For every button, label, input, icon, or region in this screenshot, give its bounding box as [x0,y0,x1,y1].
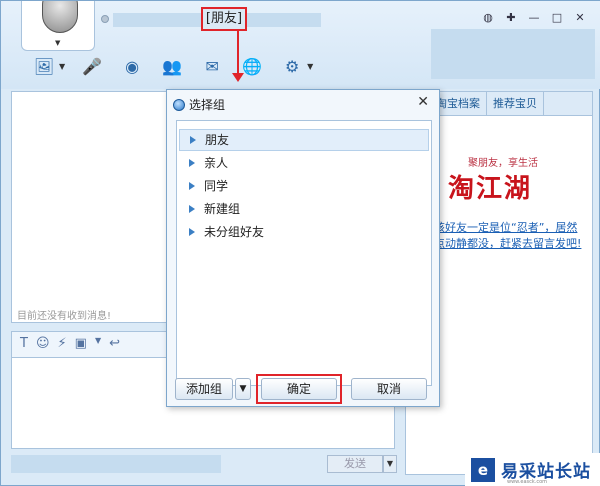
chevron-down-icon[interactable]: ▼ [59,62,65,71]
dialog-title-text: 选择组 [189,98,226,112]
cancel-button[interactable]: 取消 [351,378,427,400]
group-list: 朋友 亲人 同学 新建组 未分组好友 [176,120,432,386]
pin-icon[interactable]: ✚ [504,11,518,24]
chat-toolbar: 🖼 ▼ 🎤 ◉ 👥 ✉ 🌐 ⚙ ▼ [31,55,313,77]
select-group-dialog: 选择组 ✕ 朋友 亲人 同学 新建组 未分组好友 添加组 ▼ 确定 取消 [166,89,440,407]
list-item[interactable]: 新建组 [179,198,429,220]
taojianghu-logo: 淘江湖 [448,174,533,204]
avatar-image [42,1,78,33]
chevron-down-icon[interactable]: ▼ [55,39,60,47]
group-label: 未分组好友 [204,225,265,239]
avatar[interactable]: ▼ [21,1,95,51]
group-label: 朋友 [205,133,230,147]
ad-banner [431,29,595,79]
qq-icon [173,98,185,111]
chevron-down-icon[interactable]: ▼ [95,336,101,353]
close-icon[interactable]: ✕ [573,11,587,24]
chevron-down-icon[interactable]: ▼ [307,62,313,71]
expand-arrow-icon [189,182,195,190]
screenshot-icon[interactable]: ▣ [75,336,87,353]
chat-status-text: 目前还没有收到消息! [17,311,112,322]
list-item[interactable]: 同学 [179,175,429,197]
send-file-icon[interactable]: 🖼 [31,55,57,77]
browser-icon[interactable]: 🌐 [239,55,265,77]
mail-icon[interactable]: ✉ [199,55,225,77]
status-icon[interactable] [101,15,109,23]
title-bar: ▼ [朋友] ◍ ✚ — □ ✕ 🖼 ▼ 🎤 ◉ 👥 ✉ 🌐 ⚙ ▼ [1,1,600,89]
list-item[interactable]: 朋友 [179,129,429,151]
add-group-dropdown[interactable]: ▼ [235,378,251,400]
contact-name[interactable]: [朋友] [201,7,247,31]
minimize-icon[interactable]: — [527,11,541,24]
group-label: 同学 [204,179,229,193]
emoji-icon[interactable]: ☺ [36,336,50,353]
watermark-url: www.easck.com [507,479,548,485]
group-icon[interactable]: 👥 [159,55,185,77]
expand-arrow-icon [190,136,196,144]
list-item[interactable]: 亲人 [179,152,429,174]
shake-icon[interactable]: ⚡ [58,336,67,353]
list-item[interactable]: 未分组好友 [179,221,429,243]
maximize-icon[interactable]: □ [550,11,564,24]
dialog-title: 选择组 [173,96,225,113]
watermark-logo-icon: e [471,457,495,482]
font-icon[interactable]: T [20,336,28,353]
bottom-bar [11,455,221,473]
webcam-icon[interactable]: ◉ [119,55,145,77]
tab-recommended[interactable]: 推荐宝贝 [487,92,544,115]
skin-icon[interactable]: ◍ [481,11,495,24]
close-icon[interactable]: ✕ [417,94,429,110]
group-label: 亲人 [204,156,229,170]
send-options-button[interactable]: ▼ [383,455,397,473]
tagline: 聚朋友，享生活 [468,158,538,169]
confirm-button[interactable]: 确定 [261,378,337,400]
group-label: 新建组 [204,202,241,216]
chat-window: ▼ [朋友] ◍ ✚ — □ ✕ 🖼 ▼ 🎤 ◉ 👥 ✉ 🌐 ⚙ ▼ 目前还没有… [0,0,600,486]
expand-arrow-icon [189,205,195,213]
window-controls: ◍ ✚ — □ ✕ [481,11,587,24]
expand-arrow-icon [189,228,195,236]
promo-link[interactable]: 该好友一定是位“忍者”，居然点动静都没，赶紧去留言发吧! [434,220,584,252]
watermark: e 易采站长站 www.easck.com [465,453,600,486]
voice-icon[interactable]: 🎤 [79,55,105,77]
history-icon[interactable]: ↩ [109,336,120,353]
apps-icon[interactable]: ⚙ [279,55,305,77]
send-button[interactable]: 发送 [327,455,383,473]
expand-arrow-icon [189,159,195,167]
add-group-button[interactable]: 添加组 [175,378,233,400]
